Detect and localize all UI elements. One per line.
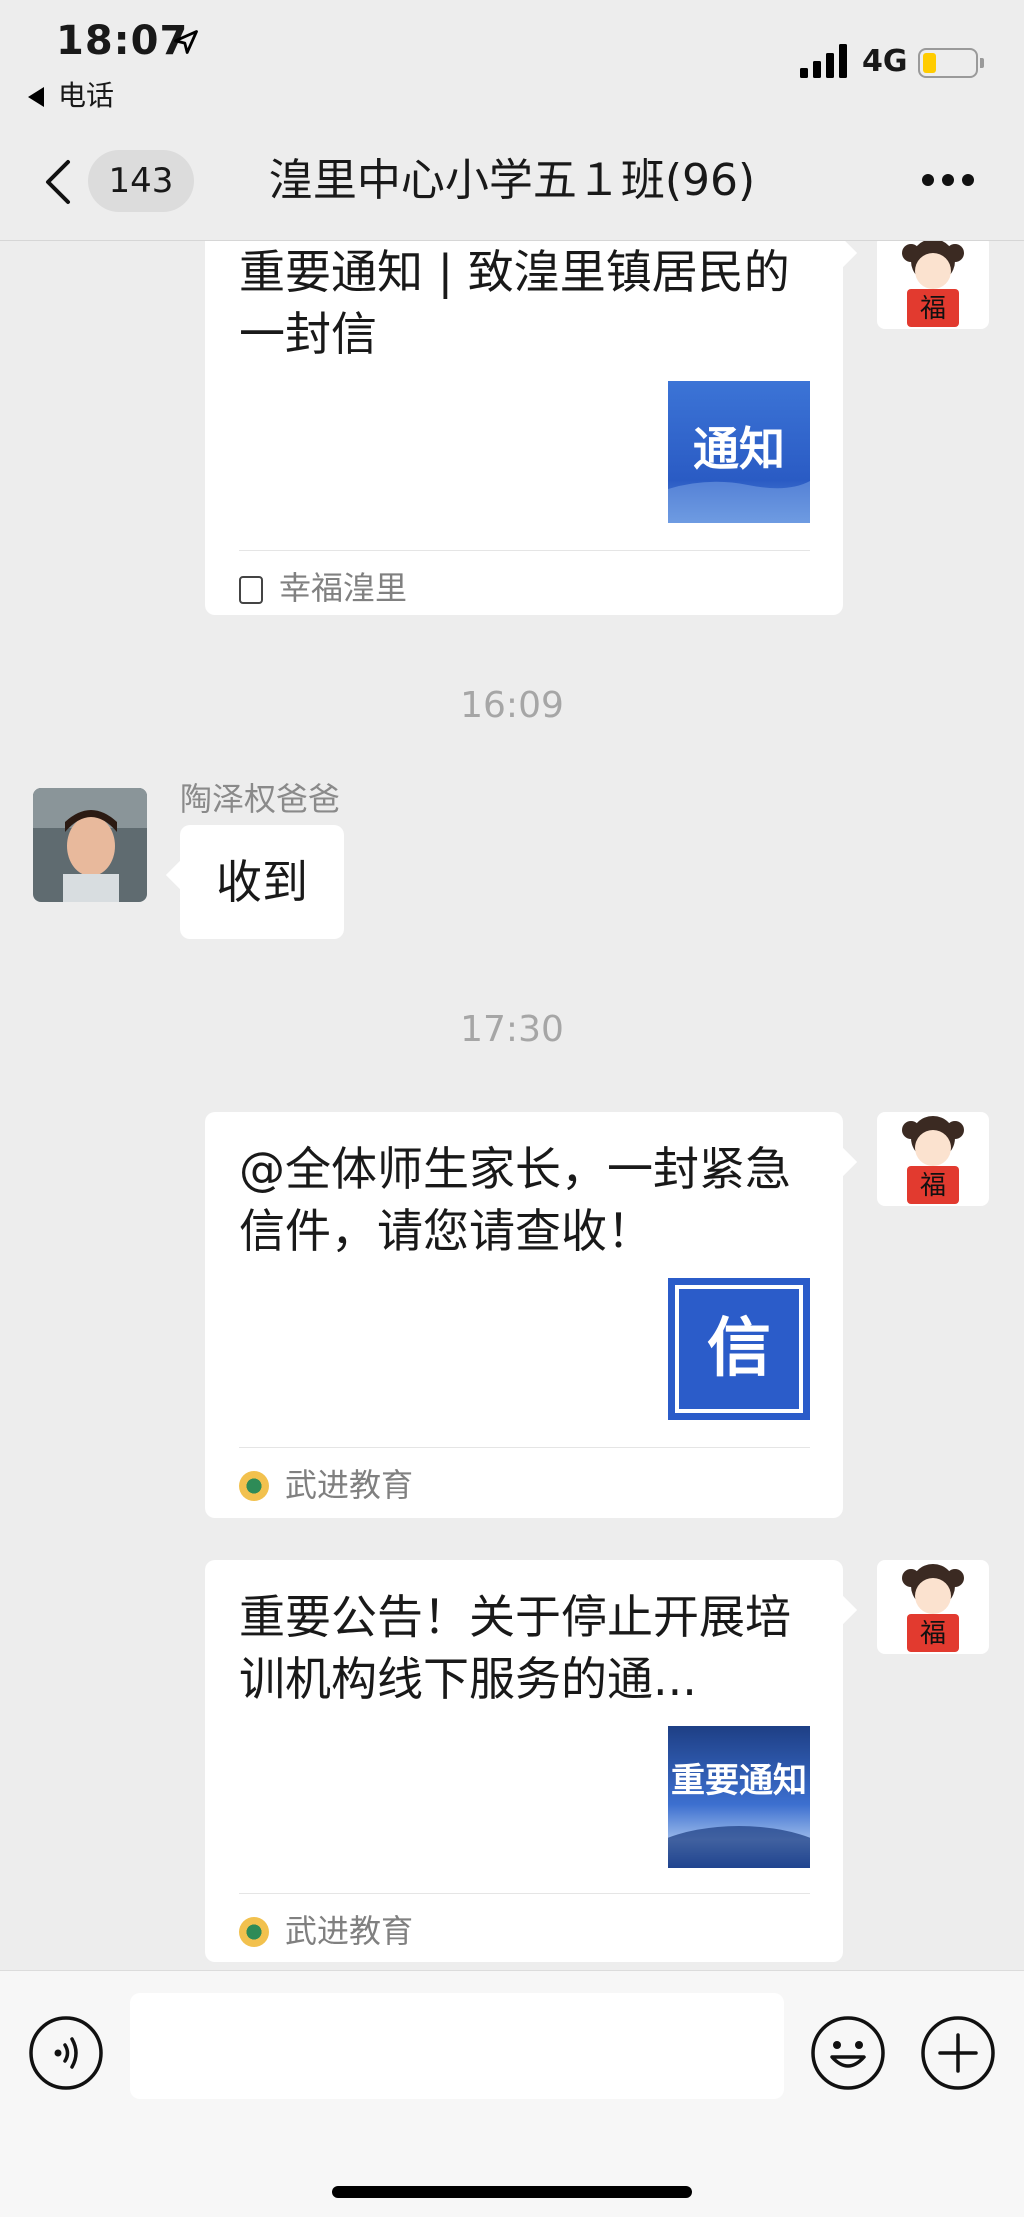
article-thumbnail: 信: [668, 1278, 810, 1420]
self-avatar[interactable]: 福: [877, 1112, 989, 1206]
emoji-icon[interactable]: [810, 2015, 886, 2091]
message-text: 收到: [216, 855, 308, 909]
voice-icon[interactable]: [28, 2015, 104, 2091]
article-title: @全体师生家长，一封紧急信件，请您请查收！: [239, 1142, 791, 1258]
return-app-label: 电话: [58, 79, 115, 112]
source-name: 武进教育: [285, 1912, 414, 1950]
thumbnail-text: 通知: [693, 422, 785, 476]
back-triangle-icon: [28, 87, 44, 107]
input-bar: [0, 1970, 1024, 2217]
thumbnail-text: 信: [707, 1311, 771, 1386]
source-logo-icon: [239, 576, 263, 604]
chat-header: 143 湟里中心小学五１班(96): [0, 120, 1024, 241]
timestamp: 16:09: [460, 685, 564, 726]
source-logo-icon: [239, 1471, 269, 1501]
chat-title: 湟里中心小学五１班(96): [268, 155, 756, 206]
timestamp: 17:30: [460, 1009, 564, 1050]
article-source: 武进教育: [239, 1906, 413, 1952]
article-title: 重要公告！关于停止开展培训机构线下服务的通...: [239, 1590, 791, 1706]
self-avatar[interactable]: 福: [877, 1560, 989, 1654]
article-thumbnail: 通知: [668, 381, 810, 523]
article-source: 幸福湟里: [239, 563, 407, 609]
source-logo-icon: [239, 1917, 269, 1947]
location-arrow-icon: [174, 30, 198, 54]
svg-text:福: 福: [920, 1171, 946, 1201]
network-label: 4G: [862, 44, 908, 79]
message-input[interactable]: [130, 1993, 784, 2099]
return-to-app-button[interactable]: 电话: [28, 74, 114, 114]
message-list[interactable]: 重要通知 | 致湟里镇居民的一封信 通知 幸福湟里 福 16:09 陶泽权爸爸 …: [0, 241, 1024, 1970]
article-card[interactable]: @全体师生家长，一封紧急信件，请您请查收！ 信 武进教育: [205, 1112, 858, 1518]
thumbnail-text: 重要通知: [671, 1761, 807, 1801]
svg-text:福: 福: [920, 1619, 946, 1649]
signal-icon: [800, 44, 847, 78]
more-icon[interactable]: [920, 172, 976, 188]
text-message-bubble[interactable]: 收到: [165, 825, 344, 939]
article-source: 武进教育: [239, 1460, 413, 1506]
status-bar: 18:07 电话 4G: [0, 0, 1024, 120]
chevron-left-icon[interactable]: [40, 158, 76, 206]
friend-avatar[interactable]: [33, 788, 147, 902]
status-time: 18:07: [56, 18, 189, 64]
unread-count-badge[interactable]: 143: [88, 150, 194, 212]
plus-icon[interactable]: [920, 2015, 996, 2091]
sender-name: 陶泽权爸爸: [180, 780, 341, 818]
article-title: 重要通知 | 致湟里镇居民的一封信: [239, 245, 790, 361]
article-card[interactable]: 重要通知 | 致湟里镇居民的一封信 通知 幸福湟里: [205, 241, 858, 615]
self-avatar[interactable]: 福: [877, 241, 989, 329]
article-card[interactable]: 重要公告！关于停止开展培训机构线下服务的通... 重要通知 武进教育: [205, 1560, 858, 1962]
source-name: 幸福湟里: [279, 569, 408, 607]
svg-text:福: 福: [920, 294, 946, 324]
home-indicator[interactable]: [332, 2186, 692, 2198]
article-thumbnail: 重要通知: [668, 1726, 810, 1868]
battery-icon: [918, 48, 984, 78]
source-name: 武进教育: [285, 1466, 414, 1504]
